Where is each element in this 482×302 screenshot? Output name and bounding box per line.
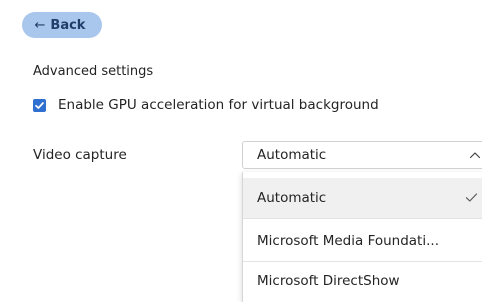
dropdown-option-label: Automatic — [257, 190, 327, 206]
chevron-up-icon — [469, 152, 481, 159]
gpu-acceleration-checkbox[interactable] — [33, 98, 46, 112]
video-capture-label: Video capture — [33, 147, 127, 163]
gpu-acceleration-row[interactable]: Enable GPU acceleration for virtual back… — [33, 97, 379, 113]
checkmark-icon — [465, 193, 478, 202]
back-button[interactable]: ← Back — [22, 12, 102, 38]
video-capture-selected-value: Automatic — [257, 147, 327, 163]
dropdown-option-media-foundation[interactable]: Microsoft Media Foundati... — [243, 221, 482, 261]
back-button-label: Back — [50, 17, 86, 33]
dropdown-option-label: Microsoft DirectShow — [257, 273, 400, 289]
gpu-acceleration-label: Enable GPU acceleration for virtual back… — [58, 97, 379, 113]
video-capture-dropdown-list: Automatic Microsoft Media Foundati... Mi… — [242, 172, 482, 302]
dropdown-option-label: Microsoft Media Foundati... — [257, 233, 439, 249]
dropdown-option-automatic[interactable]: Automatic — [243, 178, 482, 218]
checkmark-icon — [35, 101, 44, 109]
divider — [243, 218, 482, 219]
section-title: Advanced settings — [33, 64, 154, 79]
video-capture-select[interactable]: Automatic — [242, 141, 482, 169]
arrow-left-icon: ← — [34, 17, 46, 33]
dropdown-option-directshow[interactable]: Microsoft DirectShow — [243, 261, 482, 301]
